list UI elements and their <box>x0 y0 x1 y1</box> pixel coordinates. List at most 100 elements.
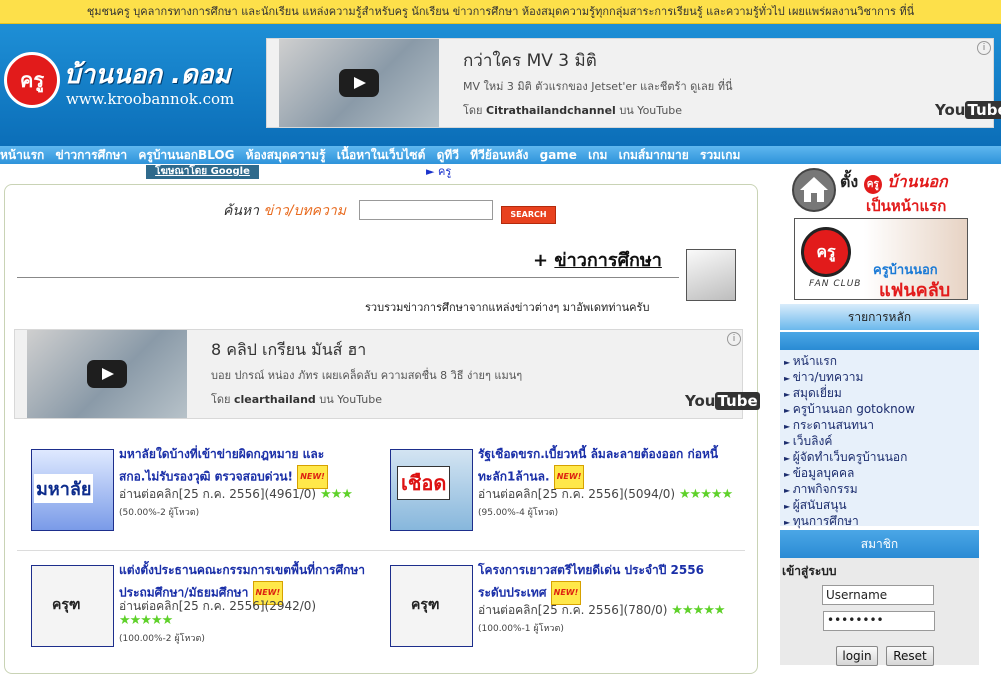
news-thumbnail-text: ครุฑ <box>52 597 81 613</box>
nav-item-tv-archive[interactable]: ทีวีย้อนหลัง <box>470 148 528 162</box>
info-icon[interactable]: i <box>727 332 741 346</box>
channel-name[interactable]: clearthailand <box>234 393 316 406</box>
fanclub-label: FAN CLUB <box>809 279 862 289</box>
search-label-scope: ข่าว/บทความ <box>263 203 346 219</box>
video-description: บอย ปกรณ์ หน่อง ภัทร เผยเคล็ดลับ ความสดช… <box>211 369 523 382</box>
main-content: ค้นหา ข่าว/บทความ SEARCH + ข่าวการศึกษา … <box>4 184 760 674</box>
news-title-text[interactable]: มหาลัยใดบ้างที่เข้าข่ายผิดกฎหมาย และ สกอ… <box>119 447 324 484</box>
news-votes: (50.00%-2 ผู้โหวต) <box>119 508 200 518</box>
youtube-logo-tube: Tube <box>965 101 1001 119</box>
nav-item-blog[interactable]: ครูบ้านนอกBLOG <box>138 148 234 162</box>
menu-item-scholarship[interactable]: ทุนการศึกษา <box>784 512 859 531</box>
youtube-logo-you: You <box>685 392 716 410</box>
news-title-text[interactable]: รัฐเชือดขรก.เบี้ยวหนี้ ล้มละลายต้องออก ก… <box>478 447 718 484</box>
video-byline: โดย Citrathailandchannel บน YouTube <box>463 101 682 119</box>
youtube-logo-icon: YouTube <box>685 392 760 410</box>
login-label: เข้าสู่ระบบ <box>782 564 837 578</box>
news-item[interactable]: มหาลัย มหาลัยใดบ้างที่เข้าข่ายผิดกฎหมาย … <box>31 447 361 537</box>
password-input[interactable]: •••••••• <box>823 611 935 631</box>
news-meta-text[interactable]: อ่านต่อคลิก[25 ก.ค. 2556](4961/0) <box>119 487 316 501</box>
main-nav: หน้าแรก ข่าวการศึกษา ครูบ้านนอกBLOG ห้อง… <box>0 146 1001 164</box>
play-icon[interactable] <box>87 360 127 388</box>
video-title[interactable]: กว่าใคร MV 3 มิติ <box>463 47 597 74</box>
news-thumbnail[interactable]: ครุฑ <box>390 565 473 647</box>
site-logo[interactable]: ครู บ้านนอก .ดอม www.kroobannok.com <box>4 50 256 130</box>
nav-item-library[interactable]: ห้องสมุดความรู้ <box>246 148 326 162</box>
news-thumbnail-text: มหาลัย <box>34 474 94 503</box>
set-homepage-suffix: เป็นหน้าแรก <box>866 197 947 215</box>
info-icon[interactable]: i <box>977 41 991 55</box>
news-divider <box>17 550 745 551</box>
top-banner: ชุมชนครู บุคลากรทางการศึกษา และนักเรียน … <box>0 0 1001 24</box>
section-plus: + <box>533 250 549 271</box>
set-homepage-banner[interactable]: ตั้ง ครู บ้านนอก เป็นหน้าแรก <box>792 166 986 216</box>
channel-name[interactable]: Citrathailandchannel <box>486 104 616 117</box>
news-item[interactable]: ครุฑ โครงการเยาวสตรีไทยดีเด่น ประจำปี 25… <box>390 563 736 653</box>
home-name: บ้านนอก <box>887 172 948 191</box>
news-title-text[interactable]: โครงการเยาวสตรีไทยดีเด่น ประจำปี 2556 ระ… <box>478 563 704 600</box>
rating-stars: ★★★ <box>319 487 353 502</box>
main-menu-header: รายการหลัก <box>780 304 979 330</box>
search-input[interactable] <box>359 200 493 220</box>
video-title[interactable]: 8 คลิป เกรียน มันส์ ฮา <box>211 338 366 363</box>
youtube-logo-icon: YouTube <box>935 101 1001 119</box>
search-label: ค้นหา ข่าว/บทความ <box>223 200 346 222</box>
nav-item-tv[interactable]: ดูทีวี <box>437 148 459 162</box>
section-title-link[interactable]: ข่าวการศึกษา <box>554 250 662 271</box>
username-input[interactable]: Username <box>822 585 934 605</box>
news-item[interactable]: เชือด รัฐเชือดขรก.เบี้ยวหนี้ ล้มละลายต้อ… <box>390 447 736 537</box>
news-meta-text[interactable]: อ่านต่อคลิก[25 ก.ค. 2556](5094/0) <box>478 487 675 501</box>
section-description: รวบรวมข่าวการศึกษาจากแหล่งข่าวต่างๆ มาอั… <box>365 301 650 314</box>
news-title[interactable]: รัฐเชือดขรก.เบี้ยวหนี้ ล้มละลายต้องออก ก… <box>478 443 736 489</box>
play-icon[interactable] <box>339 69 379 97</box>
news-thumbnail[interactable]: เชือด <box>390 449 473 531</box>
nav-item-game[interactable]: game <box>540 148 577 162</box>
video-thumbnail[interactable] <box>279 39 439 127</box>
byline-suffix: บน YouTube <box>619 104 683 117</box>
rating-stars: ★★★★★ <box>678 487 733 502</box>
fanclub-badge: ครู <box>801 227 851 277</box>
search-label-text: ค้นหา <box>223 203 260 219</box>
news-thumbnail[interactable]: ครุฑ <box>31 565 114 647</box>
section-title[interactable]: + ข่าวการศึกษา <box>533 245 662 274</box>
youtube-logo-you: You <box>935 101 966 119</box>
byline-prefix: โดย <box>211 393 231 406</box>
youtube-logo-tube: Tube <box>715 392 760 410</box>
news-votes: (100.00%-1 ผู้โหวต) <box>478 624 564 634</box>
news-title-text[interactable]: แต่งตั้งประธานคณะกรรมการเขตพื้นที่การศึก… <box>119 563 365 600</box>
fanclub-banner[interactable]: ครู FAN CLUB ครูบ้านนอก แฟนคลับ <box>794 218 968 301</box>
login-button[interactable]: login <box>836 646 878 666</box>
news-votes: (95.00%-4 ผู้โหวต) <box>478 508 559 518</box>
site-header: ครู บ้านนอก .ดอม www.kroobannok.com กว่า… <box>0 24 1001 146</box>
home-pre: ตั้ง <box>840 172 859 191</box>
news-title[interactable]: มหาลัยใดบ้างที่เข้าข่ายผิดกฎหมาย และ สกอ… <box>119 443 359 489</box>
section-divider <box>17 277 679 278</box>
nav-item-home[interactable]: หน้าแรก <box>0 148 44 162</box>
news-votes: (100.00%-2 ผู้โหวต) <box>119 634 205 644</box>
news-meta[interactable]: อ่านต่อคลิก[25 ก.ค. 2556](4961/0) ★★★ <box>119 485 353 504</box>
search-button[interactable]: SEARCH <box>501 206 556 224</box>
news-title[interactable]: โครงการเยาวสตรีไทยดีเด่น ประจำปี 2556 ระ… <box>478 559 728 605</box>
news-thumbnail[interactable]: มหาลัย <box>31 449 114 531</box>
ad-link-kru[interactable]: ► ครู <box>426 165 451 179</box>
youtube-ad-mid[interactable]: 8 คลิป เกรียน มันส์ ฮา บอย ปกรณ์ หน่อง ภ… <box>14 329 760 419</box>
byline-suffix: บน YouTube <box>319 393 383 406</box>
nav-item-all-games[interactable]: รวมเกม <box>700 148 740 162</box>
nav-item-game-th[interactable]: เกม <box>588 148 607 162</box>
video-description: MV ใหม่ 3 มิติ ตัวแรกของ Jetset'er และชี… <box>463 80 733 93</box>
news-meta[interactable]: อ่านต่อคลิก[25 ก.ค. 2556](5094/0) ★★★★★ <box>478 485 733 504</box>
nav-item-games[interactable]: เกมส์มากมาย <box>619 148 689 162</box>
logo-name: บ้านนอก .ดอม <box>64 60 231 90</box>
news-item[interactable]: ครุฑ แต่งตั้งประธานคณะกรรมการเขตพื้นที่ก… <box>31 563 367 653</box>
reset-button[interactable]: Reset <box>886 646 934 666</box>
newspaper-icon <box>686 249 736 301</box>
rating-stars-row: ★★★★★ <box>119 613 173 628</box>
home-icon <box>792 168 836 212</box>
nav-item-content[interactable]: เนื้อหาในเว็บไซต์ <box>337 148 426 162</box>
video-thumbnail[interactable] <box>27 330 187 418</box>
nav-item-news[interactable]: ข่าวการศึกษา <box>55 148 127 162</box>
news-meta[interactable]: อ่านต่อคลิก[25 ก.ค. 2556](780/0) ★★★★★ <box>478 601 726 620</box>
news-meta-text[interactable]: อ่านต่อคลิก[25 ก.ค. 2556](780/0) <box>478 603 667 617</box>
google-ads-label[interactable]: โฆษณาโดย Google <box>146 165 259 179</box>
youtube-ad-top[interactable]: กว่าใคร MV 3 มิติ MV ใหม่ 3 มิติ ตัวแรกข… <box>266 38 1001 128</box>
